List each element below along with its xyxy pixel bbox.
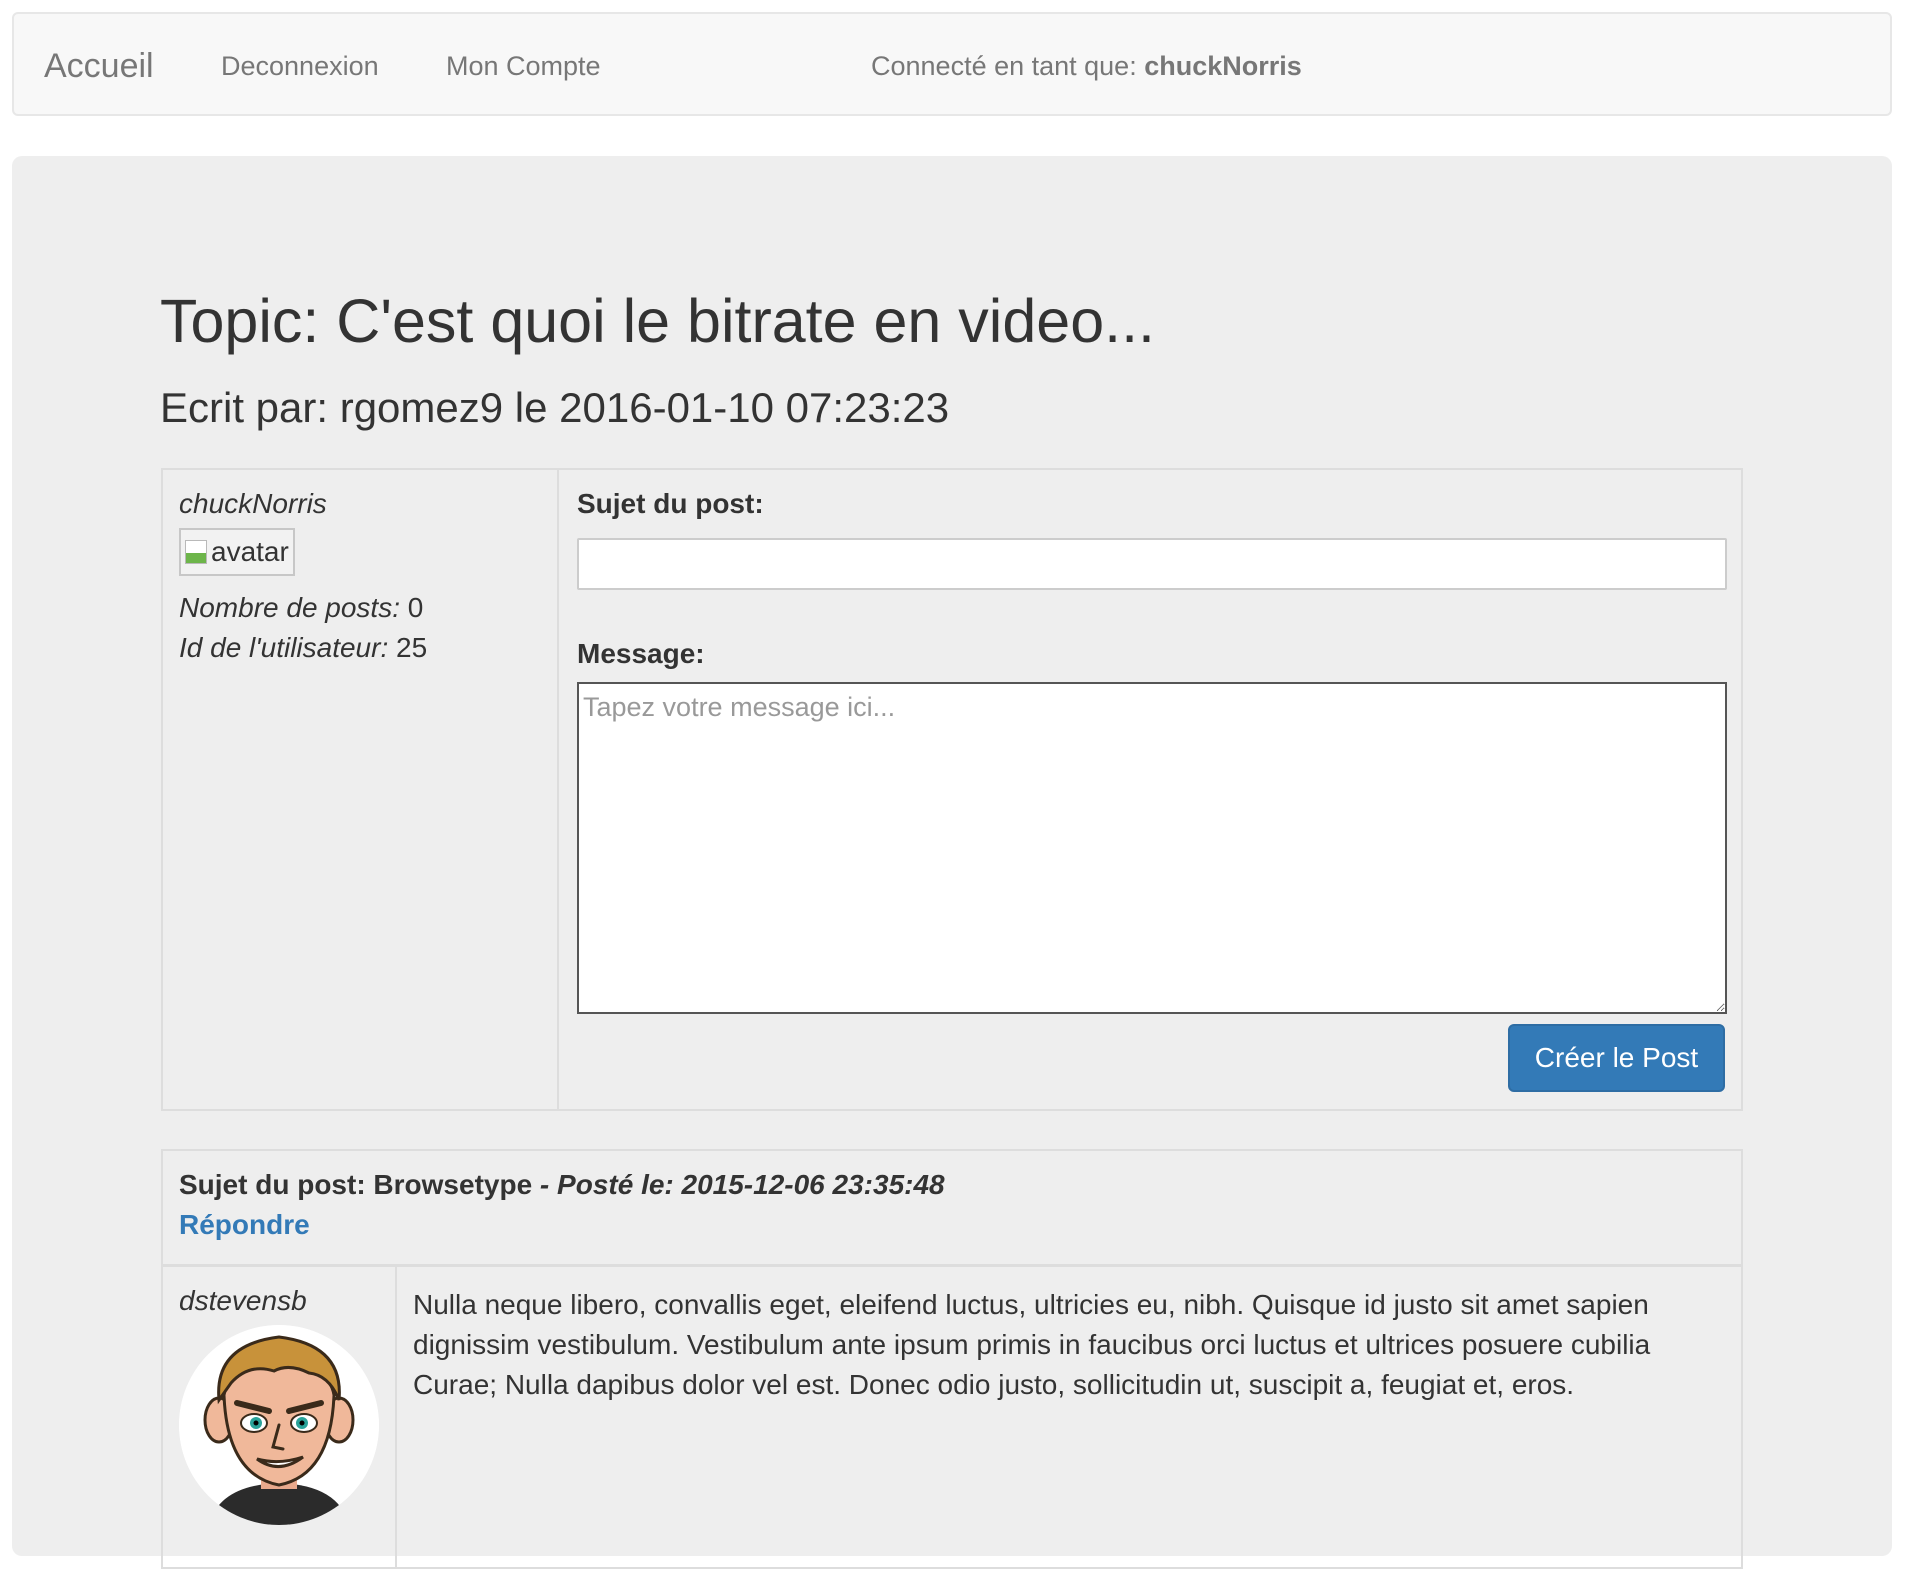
compose-panel: chuckNorris avatar Nombre de posts: 0 Id…: [161, 468, 1743, 1111]
current-user-name: chuckNorris: [179, 488, 327, 519]
message-label: Message:: [577, 638, 705, 669]
topic-title: Topic: C'est quoi le bitrate en video...: [160, 287, 1155, 355]
post-body: dstevensb Nulla neque libero, convallis …: [163, 1267, 1741, 1567]
author-avatar: [179, 1325, 379, 1525]
user-id: Id de l'utilisateur: 25: [179, 628, 541, 668]
post-author: dstevensb: [163, 1267, 397, 1567]
avatar-alt-text: avatar: [211, 536, 289, 567]
subject-input[interactable]: [577, 538, 1727, 590]
nav-link-deconnexion[interactable]: Deconnexion: [221, 14, 379, 118]
subject-label: Sujet du post:: [577, 488, 764, 519]
post-subject: Sujet du post: Browsetype: [179, 1169, 533, 1200]
post-count: Nombre de posts: 0: [179, 588, 541, 628]
nav-link-mon-compte[interactable]: Mon Compte: [446, 14, 601, 118]
compose-form: Sujet du post: Message: Créer le Post: [561, 470, 1741, 1109]
post-message: Nulla neque libero, convallis eget, elei…: [413, 1289, 1651, 1400]
reply-link[interactable]: Répondre: [179, 1209, 1725, 1241]
broken-image-icon: [185, 540, 207, 564]
create-post-button[interactable]: Créer le Post: [1508, 1024, 1725, 1092]
topic-subtitle: Ecrit par: rgomez9 le 2016-01-10 07:23:2…: [160, 384, 950, 431]
post-subject-line: Sujet du post: Browsetype - Posté le: 20…: [179, 1169, 1725, 1201]
connected-username: chuckNorris: [1144, 51, 1302, 81]
connected-as: Connecté en tant que: chuckNorris: [871, 14, 1302, 118]
user-id-value: 25: [388, 632, 428, 663]
compose-user-info: chuckNorris avatar Nombre de posts: 0 Id…: [163, 470, 559, 1109]
post-header: Sujet du post: Browsetype - Posté le: 20…: [163, 1151, 1741, 1267]
main-container: Topic: C'est quoi le bitrate en video...…: [12, 156, 1892, 1569]
post-count-value: 0: [400, 592, 424, 623]
message-textarea[interactable]: [577, 682, 1727, 1014]
navbar: Accueil Deconnexion Mon Compte Connecté …: [12, 12, 1892, 116]
brand-link[interactable]: Accueil: [44, 14, 154, 118]
connected-prefix: Connecté en tant que:: [871, 51, 1145, 81]
post-panel: Sujet du post: Browsetype - Posté le: 20…: [161, 1149, 1743, 1569]
post-date: - Posté le: 2015-12-06 23:35:48: [532, 1169, 945, 1200]
post-count-label: Nombre de posts:: [179, 592, 400, 623]
post-author-name: dstevensb: [179, 1285, 307, 1316]
user-id-label: Id de l'utilisateur:: [179, 632, 389, 663]
avatar: avatar: [179, 528, 295, 576]
